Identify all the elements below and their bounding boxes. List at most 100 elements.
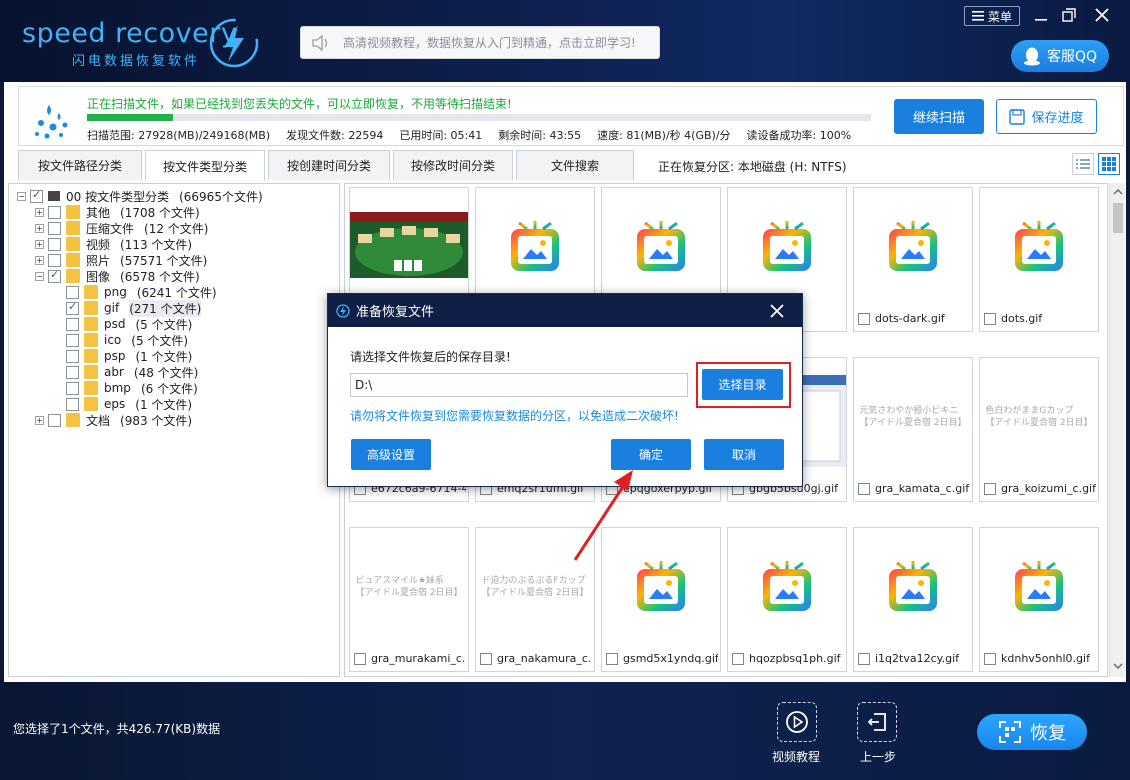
save-path-input[interactable] <box>350 373 688 397</box>
app-small-icon <box>336 303 350 318</box>
advanced-settings-button[interactable]: 高级设置 <box>351 439 431 470</box>
tree-checkbox[interactable] <box>66 333 79 347</box>
tree-checkbox[interactable] <box>66 381 79 395</box>
file-checkbox[interactable] <box>984 482 996 495</box>
file-checkbox[interactable] <box>354 652 366 665</box>
file-checkbox[interactable] <box>480 652 492 665</box>
tree-checkbox[interactable] <box>48 253 61 267</box>
tree-checkbox[interactable] <box>66 300 79 315</box>
dialog-close-button[interactable] <box>766 300 788 322</box>
tree-item[interactable]: + 其他 (1708 个文件) <box>35 204 200 220</box>
list-view-button[interactable] <box>1072 153 1094 175</box>
file-checkbox[interactable] <box>858 482 870 495</box>
file-thumbnail[interactable]: 色白わがままGカップ 【アイドル夏合宿 2日目】 gra_koizumi_c.gi… <box>979 357 1099 502</box>
tree-item[interactable]: + 文档 (983 个文件) <box>35 412 192 428</box>
tree-expander-icon[interactable]: − <box>17 191 26 201</box>
tab-4[interactable]: 文件搜索 <box>516 150 634 180</box>
tree-checkbox[interactable] <box>48 413 61 427</box>
dialog-title-bar: 准备恢复文件 <box>328 294 802 327</box>
file-thumbnail[interactable]: i1q2tva12cy.gif <box>853 527 973 672</box>
file-checkbox[interactable] <box>984 652 996 665</box>
folder-icon <box>84 285 98 299</box>
tab-1[interactable]: 按文件类型分类 <box>145 150 265 181</box>
tree-checkbox[interactable] <box>30 188 43 203</box>
thumbnail-text: 元気さわやか極小ビキニ 【アイドル夏合宿 2日目】 <box>859 406 967 428</box>
grid-scrollbar[interactable] <box>1109 183 1125 677</box>
maximize-button[interactable] <box>1059 5 1079 25</box>
tree-expander-icon[interactable]: + <box>35 255 44 265</box>
back-button[interactable] <box>857 702 897 742</box>
file-thumbnail[interactable]: gsmd5x1yndq.gif <box>601 527 721 672</box>
thumbnail-view-button[interactable] <box>1098 153 1120 175</box>
tree-item[interactable]: − 图像 (6578 个文件) <box>35 268 200 284</box>
file-thumbnail[interactable]: kdnhv5onhl0.gif <box>979 527 1099 672</box>
tree-item[interactable]: abr (48 个文件) <box>53 364 198 380</box>
tree-checkbox[interactable] <box>66 349 79 363</box>
file-checkbox[interactable] <box>858 652 870 665</box>
tree-checkbox[interactable] <box>66 365 79 379</box>
tree-checkbox[interactable] <box>48 221 61 235</box>
tab-2[interactable]: 按创建时间分类 <box>268 150 390 180</box>
tree-checkbox[interactable] <box>48 237 61 251</box>
choose-directory-button[interactable]: 选择目录 <box>702 369 783 400</box>
tree-item[interactable]: bmp (6 个文件) <box>53 380 198 396</box>
file-thumbnail[interactable]: ド迫力のぷるぷるFカップ 【アイドル夏合宿 2日目】 gra_nakamura_c… <box>475 527 595 672</box>
file-checkbox[interactable] <box>606 652 618 665</box>
tree-expander-icon[interactable]: + <box>35 239 44 249</box>
file-checkbox[interactable] <box>858 312 870 325</box>
folder-icon <box>66 269 80 283</box>
tree-item[interactable]: + 视频 (113 个文件) <box>35 236 192 252</box>
tree-checkbox[interactable] <box>48 268 61 283</box>
tree-expander-icon[interactable]: + <box>35 223 44 233</box>
save-dir-prompt: 请选择文件恢复后的保存目录! <box>350 350 511 364</box>
file-name: hqozpbsq1ph.gif <box>749 652 841 665</box>
tree-item[interactable]: − 00 按文件类型分类 (66965个文件) <box>17 188 263 204</box>
file-thumbnail[interactable]: dots.gif <box>979 187 1099 332</box>
minimize-button[interactable] <box>1031 5 1051 25</box>
file-thumbnail[interactable]: 元気さわやか極小ビキニ 【アイドル夏合宿 2日目】 gra_kamata_c.gi… <box>853 357 973 502</box>
file-thumbnail[interactable]: dots-dark.gif <box>853 187 973 332</box>
tree-item[interactable]: psd (5 个文件) <box>53 316 192 332</box>
menu-button[interactable]: 菜单 <box>964 6 1020 26</box>
cancel-button[interactable]: 取消 <box>704 439 784 470</box>
scroll-thumb[interactable] <box>1113 203 1123 233</box>
tree-item[interactable]: + 照片 (57571 个文件) <box>35 252 207 268</box>
tree-checkbox[interactable] <box>66 397 79 411</box>
file-checkbox[interactable] <box>984 312 996 325</box>
tab-3[interactable]: 按修改时间分类 <box>393 150 513 180</box>
tree-checkbox[interactable] <box>48 205 61 219</box>
file-thumbnail[interactable]: ピュアスマイル★妹系 【アイドル夏合宿 2日目】 gra_murakami_c.g… <box>349 527 469 672</box>
tree-checkbox[interactable] <box>66 285 79 299</box>
tree-checkbox[interactable] <box>66 317 79 331</box>
save-progress-button[interactable]: 保存进度 <box>996 99 1097 134</box>
tree-expander-icon[interactable]: − <box>35 271 44 281</box>
image-placeholder-icon <box>980 528 1098 646</box>
video-tutorial-button[interactable] <box>777 702 817 742</box>
file-thumbnail[interactable]: hqozpbsq1ph.gif <box>727 527 847 672</box>
confirm-button[interactable]: 确定 <box>611 439 691 470</box>
tab-0[interactable]: 按文件路径分类 <box>18 150 142 180</box>
tree-item-count: (113 个文件) <box>120 237 193 252</box>
tree-item-label: 视频 <box>86 237 111 252</box>
tree-item[interactable]: + 压缩文件 (12 个文件) <box>35 220 208 236</box>
file-checkbox[interactable] <box>732 652 744 665</box>
grid-view-icon <box>1102 157 1116 171</box>
thumbnail-text: 色白わがままGカップ 【アイドル夏合宿 2日目】 <box>985 406 1093 428</box>
continue-scan-button[interactable]: 继续扫描 <box>894 99 984 134</box>
close-icon <box>1095 8 1109 22</box>
file-type-tree: −00 按文件类型分类(66965个文件)+其他(1708 个文件)+压缩文件(… <box>8 183 340 677</box>
support-qq-button[interactable]: 客服QQ <box>1011 40 1109 72</box>
file-name: gra_kamata_c.gif <box>875 482 970 495</box>
thumbnail-caption: kdnhv5onhl0.gif <box>984 652 1096 665</box>
tree-expander-icon[interactable]: + <box>35 207 44 217</box>
tree-item[interactable]: ico (5 个文件) <box>53 332 188 348</box>
tutorial-notice-bar[interactable]: 高清视频教程，数据恢复从入门到精通，点击立即学习! <box>300 26 660 59</box>
close-button[interactable] <box>1092 5 1112 25</box>
tree-item[interactable]: gif (271 个文件) <box>53 299 202 317</box>
scan-stats: 扫描范围: 27928(MB)/249168(MB) 发现文件数: 22594 … <box>87 127 851 143</box>
tree-expander-icon[interactable]: + <box>35 415 44 425</box>
tree-item[interactable]: psp (1 个文件) <box>53 348 192 364</box>
recover-button[interactable]: 恢复 <box>977 714 1087 750</box>
tree-item[interactable]: eps (1 个文件) <box>53 396 192 412</box>
tree-item[interactable]: png (6241 个文件) <box>53 284 217 300</box>
